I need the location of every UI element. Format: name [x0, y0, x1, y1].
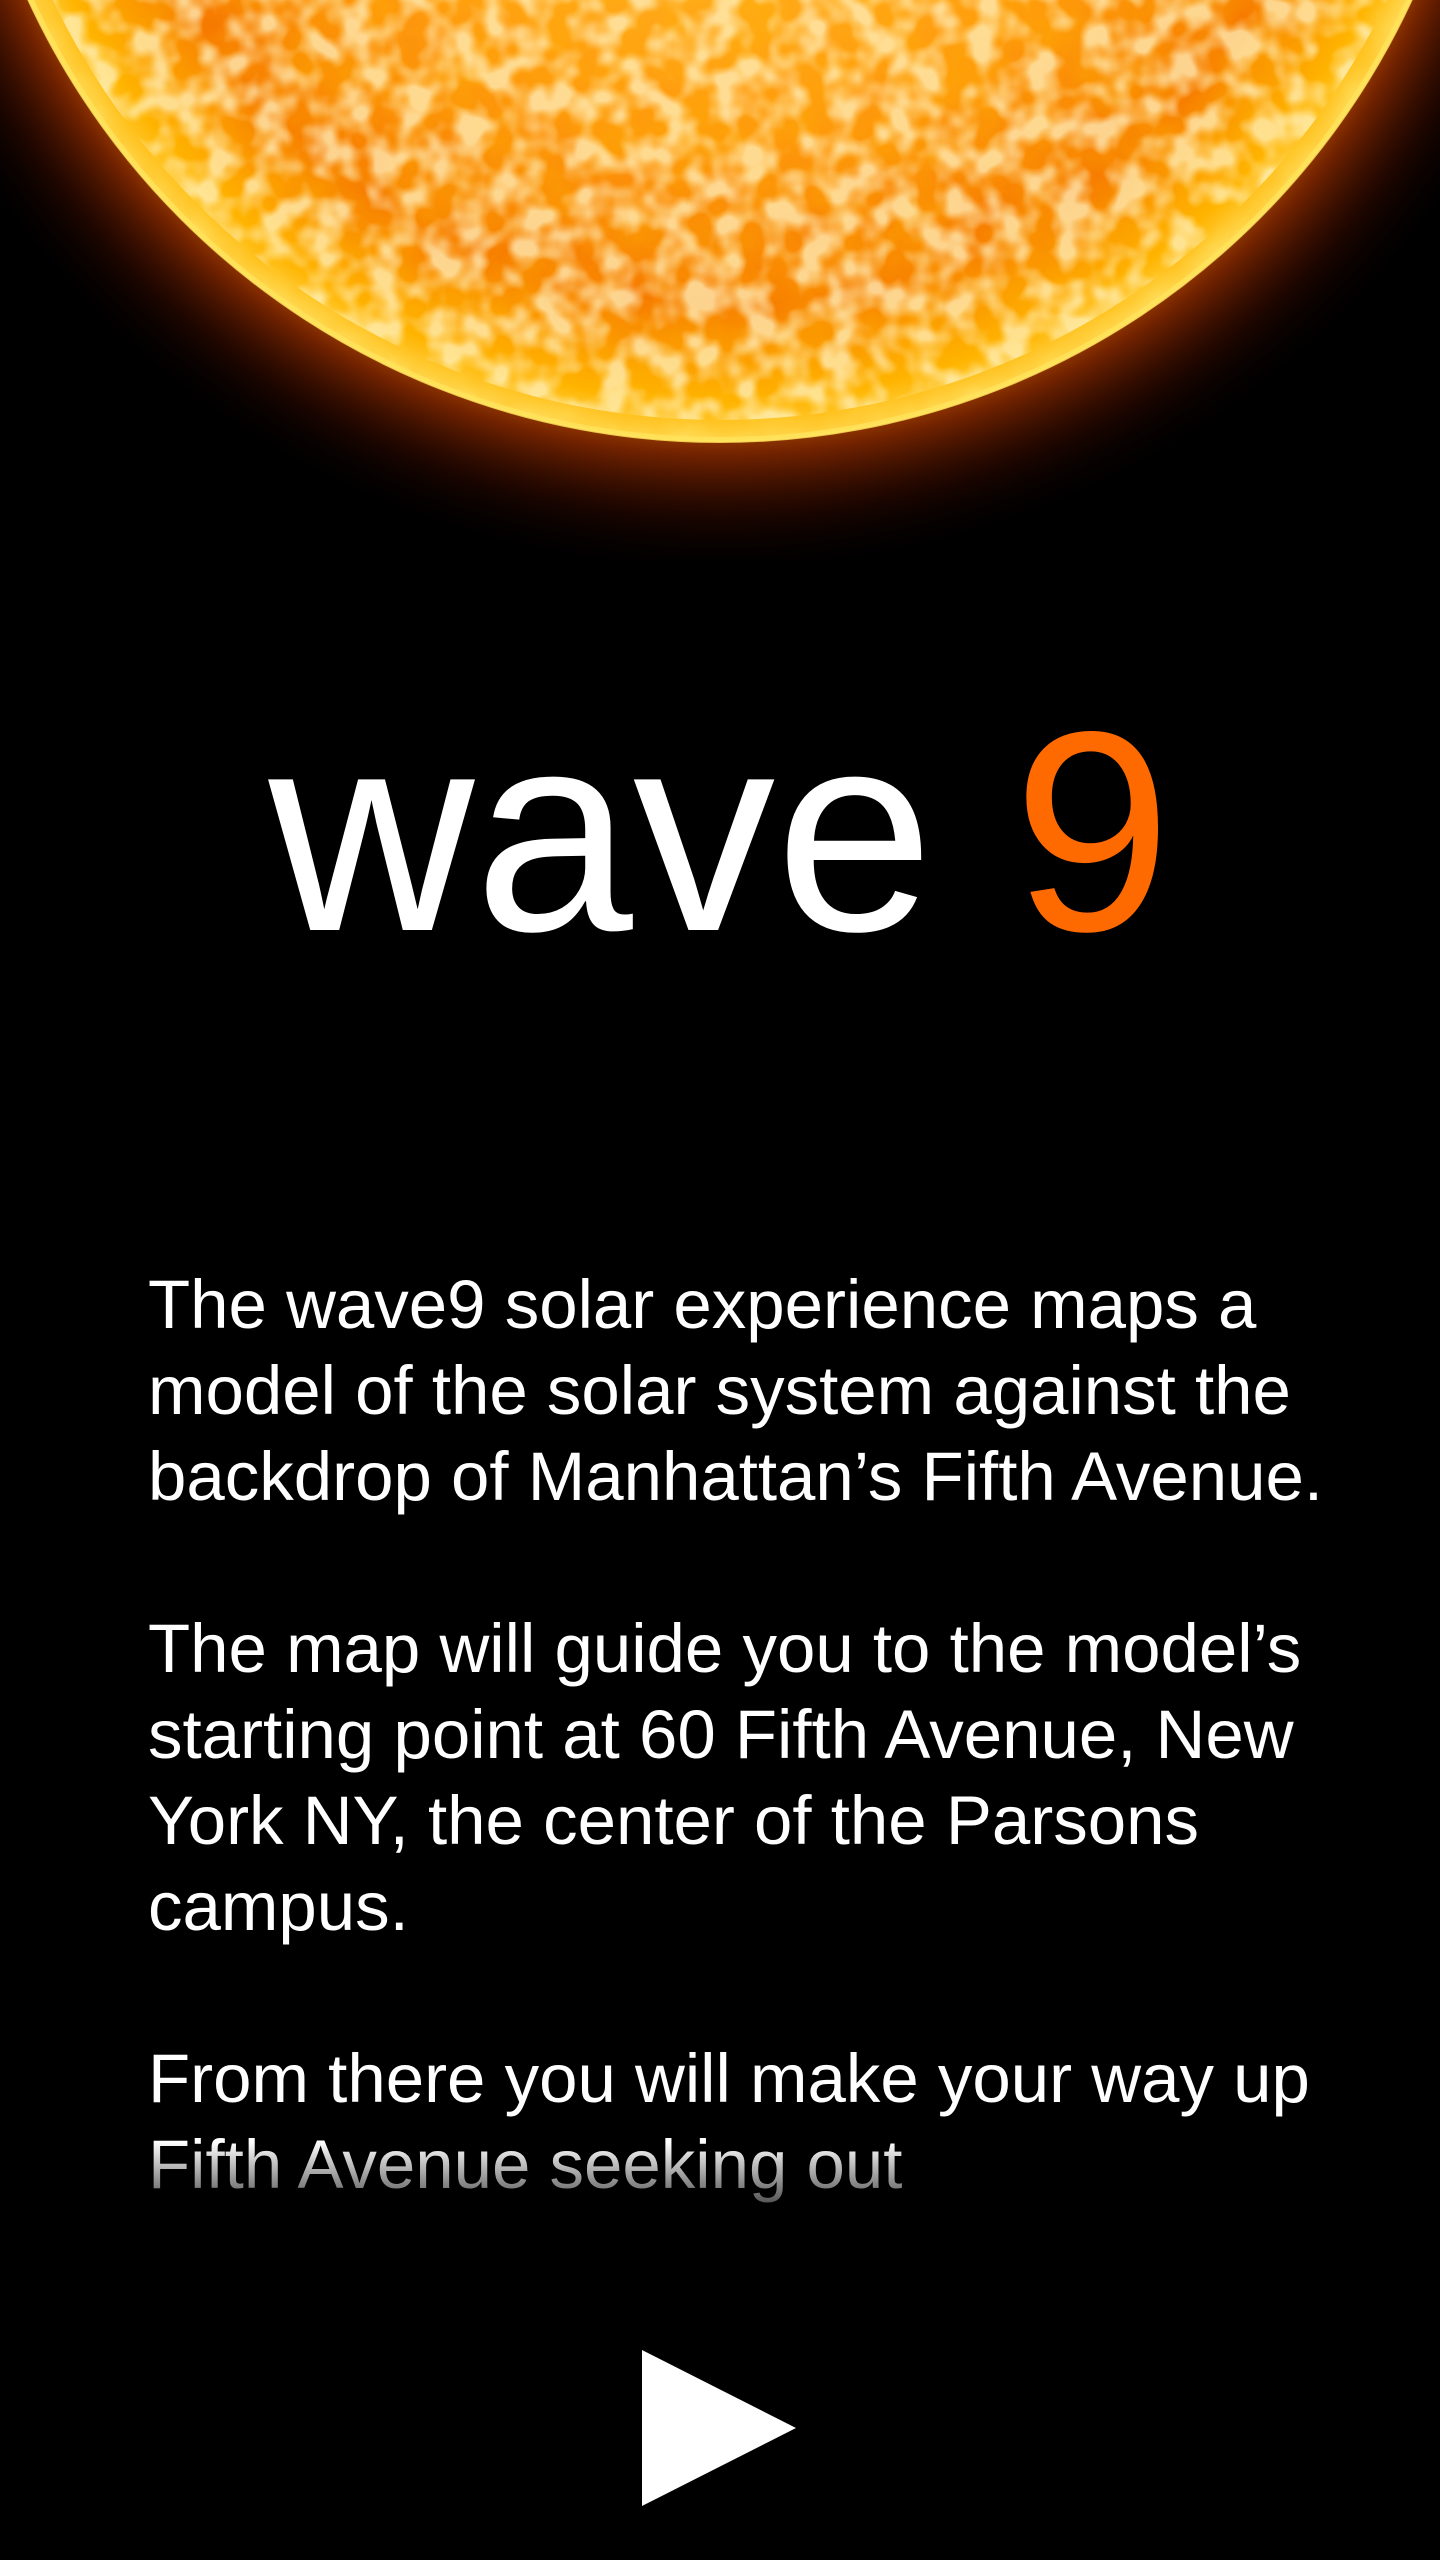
- logo-word: wave: [268, 673, 934, 991]
- logo-number: 9: [1013, 673, 1172, 991]
- intro-paragraph-2: The map will guide you to the model’s st…: [148, 1610, 1302, 1945]
- play-button[interactable]: [638, 2350, 800, 2510]
- play-icon: [642, 2350, 796, 2506]
- intro-paragraph-1: The wave9 solar experience maps a model …: [148, 1266, 1324, 1515]
- wave9-logo: wave 9: [0, 690, 1440, 975]
- sun-header-image: [0, 0, 1440, 560]
- intro-paragraph-3: From there you will make your way up Fif…: [148, 2040, 1310, 2203]
- intro-text-scroll[interactable]: The wave9 solar experience maps a model …: [148, 1262, 1328, 2262]
